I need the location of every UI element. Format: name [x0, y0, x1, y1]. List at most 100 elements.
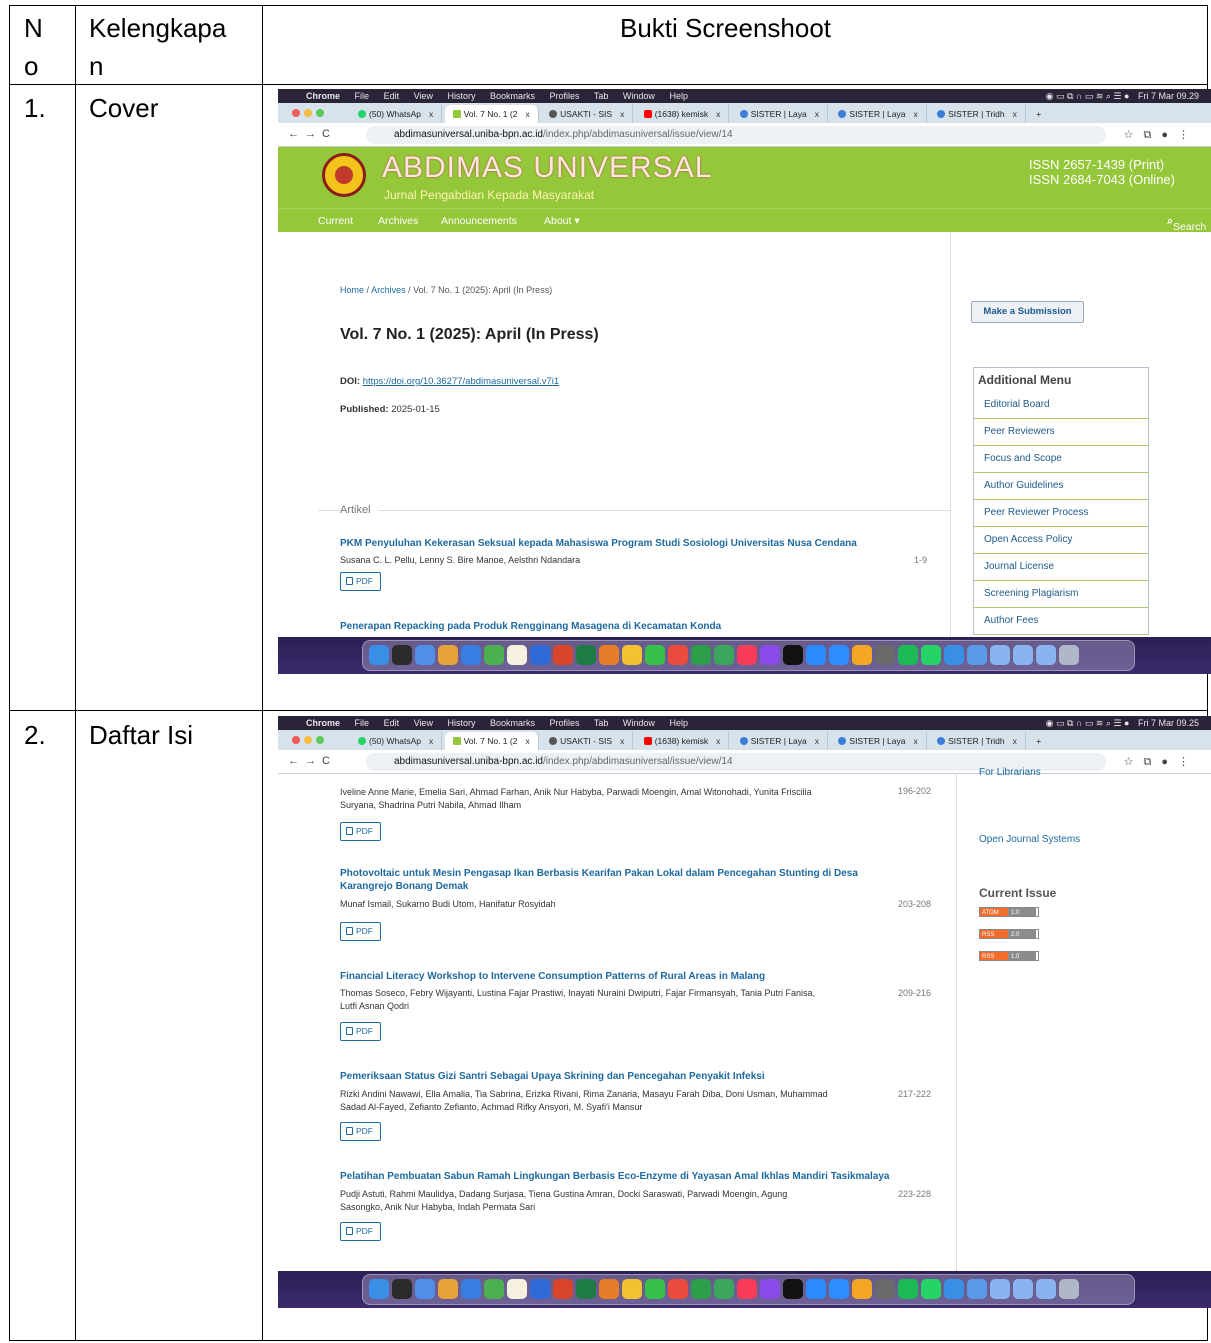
menu-open-access-policy[interactable]: Open Access Policy [974, 527, 1148, 554]
status-icons[interactable]: ◉ ▭ ⧉ ∩ ▭ ≋ ⌕ ☰ ● [1046, 718, 1130, 728]
close-icon[interactable]: x [1013, 109, 1017, 119]
globe-icon [549, 110, 558, 118]
menu-help[interactable]: Help [669, 91, 688, 101]
pdf-button[interactable]: PDF [340, 922, 381, 941]
article-title[interactable]: Photovoltaic untuk Mesin Pengasap Ikan B… [340, 867, 930, 893]
nav-current[interactable]: Current [318, 215, 353, 227]
toolbar-icons[interactable]: ☆⧉●⋮ [1124, 755, 1199, 769]
menu-author-guidelines[interactable]: Author Guidelines [974, 473, 1148, 500]
ojs-link[interactable]: Open Journal Systems [979, 834, 1080, 845]
close-icon[interactable]: x [815, 109, 819, 119]
close-icon[interactable]: x [429, 109, 433, 119]
menu-screening-plagiarism[interactable]: Screening Plagiarism [974, 581, 1148, 608]
close-icon[interactable]: x [525, 109, 529, 119]
tab-whatsapp[interactable]: (50) WhatsAp x [350, 105, 443, 123]
menu-view[interactable]: View [414, 718, 433, 728]
screenshot-daftar-isi: Chrome File Edit View History Bookmarks … [278, 716, 1211, 1308]
close-icon[interactable]: x [815, 736, 819, 746]
tab-abdimas[interactable]: Vol. 7 No. 1 (2 x [444, 732, 539, 750]
close-icon[interactable]: x [429, 736, 433, 746]
article-title[interactable]: Pemeriksaan Status Gizi Santri Sebagai U… [340, 1070, 930, 1083]
menu-help[interactable]: Help [669, 718, 688, 728]
menu-author-fees[interactable]: Author Fees [974, 608, 1148, 635]
menu-window[interactable]: Window [623, 718, 655, 728]
tab-whatsapp[interactable]: (50) WhatsAp x [350, 732, 443, 750]
menu-peer-reviewers[interactable]: Peer Reviewers [974, 419, 1148, 446]
row-2-no: 2. [24, 720, 46, 750]
article-title[interactable]: Penerapan Repacking pada Produk Renggina… [340, 620, 940, 633]
tab-sister-1[interactable]: SISTER | Laya x [732, 105, 829, 123]
nav-buttons[interactable]: ←→C [288, 128, 336, 140]
menu-app[interactable]: Chrome [306, 718, 340, 728]
close-icon[interactable]: x [913, 109, 917, 119]
new-tab-button[interactable]: + [1028, 105, 1049, 123]
url-field[interactable]: abdimasuniversal.uniba-bpn.ac.id/index.p… [366, 126, 1106, 144]
atom-feed-badge[interactable]: ATOM 1.0 [979, 907, 1039, 917]
nav-announcements[interactable]: Announcements [441, 215, 517, 227]
pdf-button[interactable]: PDF [340, 572, 381, 591]
tab-youtube[interactable]: (1638) kemisk x [636, 105, 730, 123]
menu-edit[interactable]: Edit [384, 718, 400, 728]
make-submission-button[interactable]: Make a Submission [971, 301, 1084, 323]
tab-sister-2[interactable]: SISTER | Laya x [830, 105, 927, 123]
close-icon[interactable]: x [716, 736, 720, 746]
article-title[interactable]: PKM Penyuluhan Kekerasan Seksual kepada … [340, 537, 920, 550]
dock-icons[interactable] [369, 1279, 1082, 1301]
close-icon[interactable]: x [620, 736, 624, 746]
menu-peer-reviewer-process[interactable]: Peer Reviewer Process [974, 500, 1148, 527]
tab-usakti[interactable]: USAKTI - SIS x [541, 732, 634, 750]
close-icon[interactable]: x [525, 736, 529, 746]
close-icon[interactable]: x [1013, 736, 1017, 746]
menu-file[interactable]: File [355, 91, 370, 101]
dock-icons[interactable] [369, 645, 1082, 667]
tab-sister-3[interactable]: SISTER | Tridh x [929, 105, 1026, 123]
rss2-feed-badge[interactable]: RSS 2.0 [979, 929, 1039, 939]
new-tab-button[interactable]: + [1028, 732, 1049, 750]
window-controls[interactable] [292, 736, 328, 746]
close-icon[interactable]: x [913, 736, 917, 746]
pdf-button[interactable]: PDF [340, 1222, 381, 1241]
menu-app[interactable]: Chrome [306, 91, 340, 101]
nav-archives[interactable]: Archives [378, 215, 418, 227]
menu-journal-license[interactable]: Journal License [974, 554, 1148, 581]
status-icons[interactable]: ◉ ▭ ⧉ ∩ ▭ ≋ ⌕ ☰ ● [1046, 91, 1130, 101]
pdf-button[interactable]: PDF [340, 822, 381, 841]
menu-edit[interactable]: Edit [384, 91, 400, 101]
for-librarians-link[interactable]: For Librarians [979, 767, 1041, 778]
search-link[interactable]: ⌕ Search [1167, 215, 1206, 233]
menu-tab[interactable]: Tab [594, 718, 609, 728]
tab-sister-1[interactable]: SISTER | Laya x [732, 732, 829, 750]
rss1-feed-badge[interactable]: RSS 1.0 [979, 951, 1039, 961]
menubar-clock[interactable]: Fri 7 Mar 09.25 [1138, 718, 1199, 728]
pdf-button[interactable]: PDF [340, 1122, 381, 1141]
issue-published: Published: 2025-01-15 [340, 404, 440, 415]
menu-profiles[interactable]: Profiles [550, 718, 580, 728]
site-title[interactable]: ABDIMAS UNIVERSAL [382, 151, 712, 185]
close-icon[interactable]: x [716, 109, 720, 119]
article-title[interactable]: Financial Literacy Workshop to Intervene… [340, 970, 930, 983]
menu-window[interactable]: Window [623, 91, 655, 101]
tab-sister-2[interactable]: SISTER | Laya x [830, 732, 927, 750]
menu-focus-scope[interactable]: Focus and Scope [974, 446, 1148, 473]
nav-buttons[interactable]: ←→C [288, 755, 336, 767]
menu-tab[interactable]: Tab [594, 91, 609, 101]
nav-about[interactable]: About ▾ [544, 215, 580, 227]
menu-file[interactable]: File [355, 718, 370, 728]
tab-youtube[interactable]: (1638) kemisk x [636, 732, 730, 750]
menu-view[interactable]: View [414, 91, 433, 101]
menu-history[interactable]: History [447, 91, 475, 101]
menu-history[interactable]: History [447, 718, 475, 728]
menubar-clock[interactable]: Fri 7 Mar 09.29 [1138, 91, 1199, 101]
menu-bookmarks[interactable]: Bookmarks [490, 91, 535, 101]
tab-abdimas[interactable]: Vol. 7 No. 1 (2 x [444, 105, 539, 123]
close-icon[interactable]: x [620, 109, 624, 119]
tab-sister-3[interactable]: SISTER | Tridh x [929, 732, 1026, 750]
menu-bookmarks[interactable]: Bookmarks [490, 718, 535, 728]
menu-editorial-board[interactable]: Editorial Board [974, 392, 1148, 419]
pdf-button[interactable]: PDF [340, 1022, 381, 1041]
tab-usakti[interactable]: USAKTI - SIS x [541, 105, 634, 123]
menu-profiles[interactable]: Profiles [550, 91, 580, 101]
window-controls[interactable] [292, 109, 328, 119]
article-title[interactable]: Pelatihan Pembuatan Sabun Ramah Lingkung… [340, 1170, 940, 1183]
toolbar-icons[interactable]: ☆⧉●⋮ [1124, 128, 1199, 142]
